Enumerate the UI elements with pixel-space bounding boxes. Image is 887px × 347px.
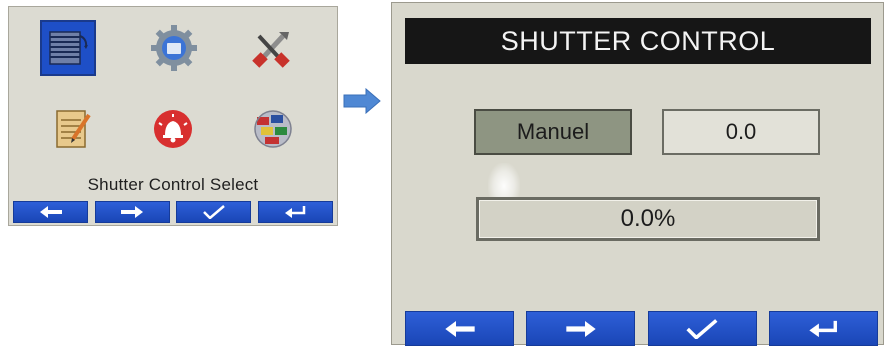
transition-arrow-icon [343, 88, 381, 114]
confirm-button[interactable] [647, 311, 757, 346]
value-field[interactable]: 0.0 [662, 109, 820, 155]
page-title: SHUTTER CONTROL [405, 18, 871, 64]
prev-button[interactable] [13, 201, 88, 223]
globe-language-icon[interactable] [245, 101, 301, 157]
settings-gear-icon[interactable] [146, 20, 202, 76]
checkmark-icon [202, 205, 225, 219]
selection-caption: Shutter Control Select [87, 175, 259, 194]
alarm-icon[interactable] [145, 101, 201, 157]
confirm-button[interactable] [176, 201, 252, 223]
progress-text: 0.0% [620, 205, 676, 232]
back-button[interactable] [257, 201, 333, 223]
arrow-right-icon [566, 320, 596, 337]
arrow-right-icon [121, 206, 144, 218]
position-progress-bar: 0.0% [476, 197, 820, 241]
menu-screen: Shutter Control Select [8, 6, 338, 226]
mode-button[interactable]: Manuel [474, 109, 632, 155]
tools-icon[interactable] [245, 20, 301, 76]
next-button[interactable] [526, 311, 636, 346]
arrow-left-icon [39, 206, 62, 218]
arrow-left-icon [444, 320, 475, 337]
next-button[interactable] [94, 201, 170, 223]
right-nav-bar [405, 311, 878, 346]
return-icon [809, 320, 838, 337]
left-nav-bar [13, 201, 333, 223]
prev-button[interactable] [405, 311, 514, 346]
checkmark-icon [686, 318, 718, 339]
shutter-control-screen: SHUTTER CONTROL Manuel 0.0 0.0% [391, 2, 884, 346]
notepad-icon[interactable] [43, 101, 99, 157]
back-button[interactable] [768, 311, 878, 346]
return-icon [285, 206, 306, 218]
shutter-control-icon[interactable] [40, 20, 96, 76]
